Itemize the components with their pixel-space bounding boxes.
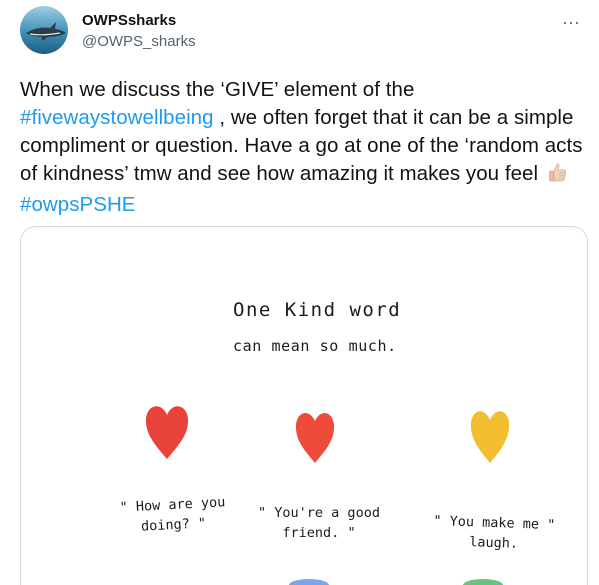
display-name[interactable]: OWPSsharks (82, 11, 196, 31)
shark-avatar-icon[interactable] (20, 6, 68, 54)
user-handle[interactable]: @OWPS_sharks (82, 32, 196, 52)
yellow-heart-icon (468, 403, 512, 465)
caption-how-are-you: " How are you doing? " (112, 492, 234, 538)
image-title-line-1: One Kind word (233, 299, 402, 321)
caption-line: " You're a good (258, 505, 380, 521)
author-names: OWPSsharks @OWPS_sharks (82, 11, 196, 52)
green-heart-icon (463, 579, 503, 585)
hashtag-fivewaystowellbeing[interactable]: #fivewaystowellbeing (20, 106, 214, 129)
thumbs-up-emoji-icon (547, 161, 569, 191)
blue-heart-icon (289, 579, 329, 585)
tweet-text-part-1: When we discuss the ‘GIVE’ element of th… (20, 78, 415, 101)
caption-good-friend: " You're a good friend. " (249, 503, 389, 543)
caption-line: friend. " (282, 525, 356, 541)
red-heart-icon (293, 405, 337, 465)
more-options-icon[interactable]: ··· (557, 8, 585, 36)
tweet-text: When we discuss the ‘GIVE’ element of th… (20, 76, 590, 219)
hashtag-owpspshe[interactable]: #owpsPSHE (20, 193, 136, 216)
red-heart-icon (143, 399, 191, 461)
tweet: OWPSsharks @OWPS_sharks ··· When we disc… (0, 0, 599, 585)
image-title-line-2: can mean so much. (233, 337, 397, 355)
caption-make-me-laugh: " You make me " laugh. (418, 510, 569, 555)
tweet-image[interactable]: One Kind word can mean so much. " How ar… (20, 226, 588, 585)
